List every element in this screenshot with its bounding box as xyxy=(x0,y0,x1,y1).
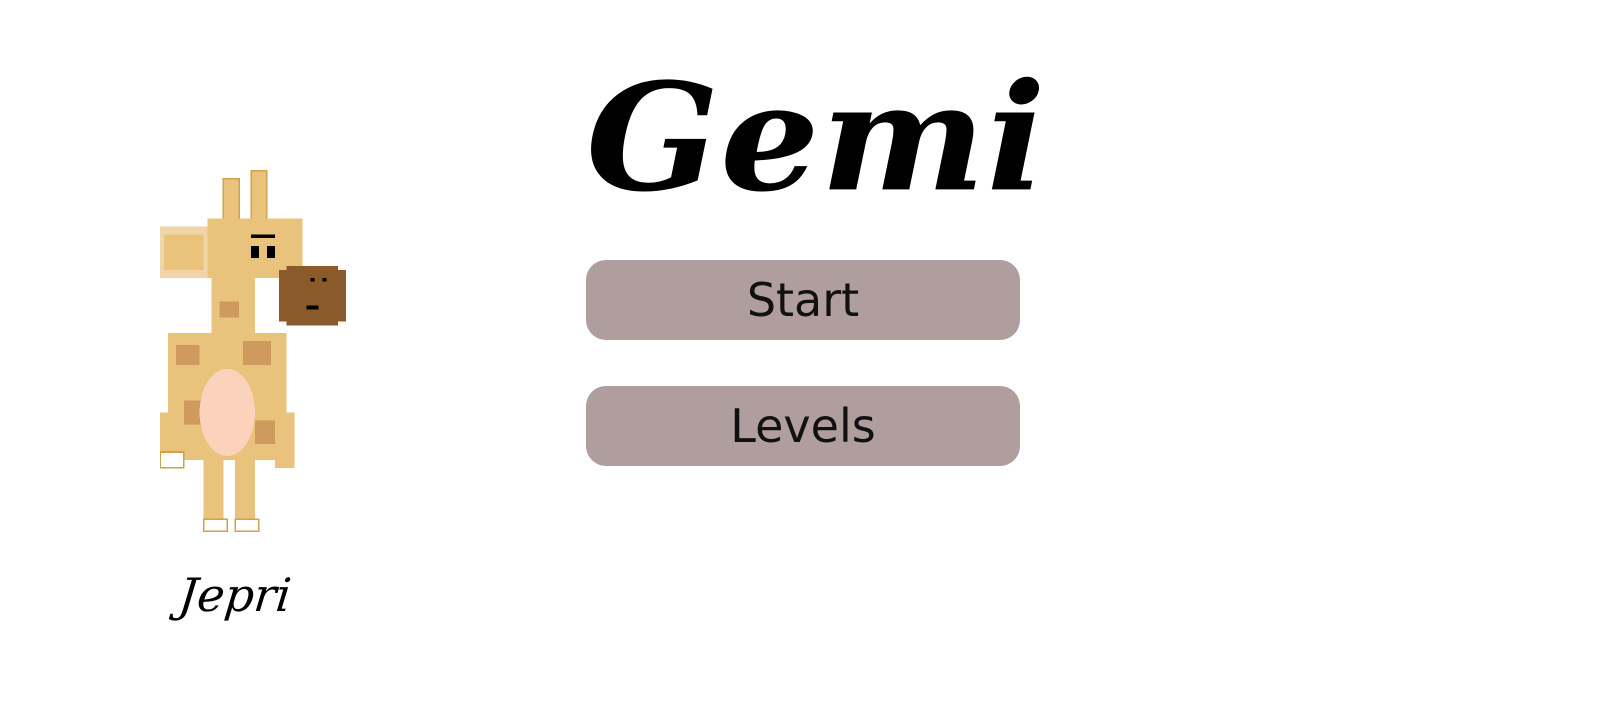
giraffe-character-icon xyxy=(160,170,347,532)
character-name: Jepri xyxy=(176,568,294,622)
game-title: Gemi xyxy=(586,50,1047,225)
character-sprite xyxy=(160,168,350,538)
start-button[interactable]: Start xyxy=(586,260,1020,340)
levels-button[interactable]: Levels xyxy=(586,386,1020,466)
